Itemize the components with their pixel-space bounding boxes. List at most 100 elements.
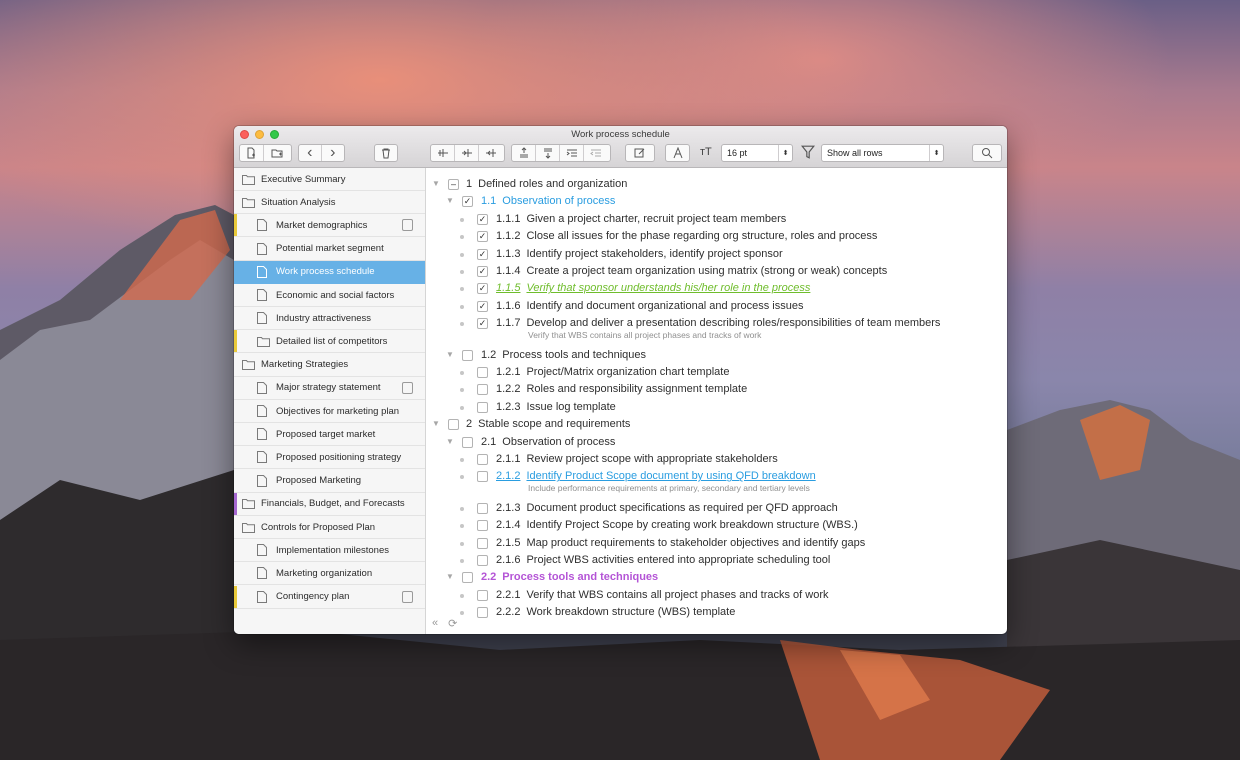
sidebar-item[interactable]: Financials, Budget, and Forecasts	[234, 492, 425, 516]
row-content[interactable]: 2 Stable scope and requirements	[466, 418, 630, 430]
add-child-row-button[interactable]	[455, 145, 479, 161]
filter-icon[interactable]	[800, 145, 817, 161]
disclosure-triangle-icon[interactable]: ▼	[446, 572, 454, 581]
outline-row[interactable]: 1.2.3 Issue log template	[426, 400, 1007, 415]
sidebar-item[interactable]: Marketing Strategies	[234, 354, 425, 377]
search-button[interactable]	[972, 144, 1002, 162]
row-content[interactable]: 1.1.3 Identify project stakeholders, iden…	[496, 248, 783, 260]
add-row-button[interactable]	[431, 145, 455, 161]
forward-button[interactable]: ›	[322, 145, 344, 161]
checkbox[interactable]	[462, 436, 473, 448]
row-content[interactable]: 1.2.3 Issue log template	[496, 401, 616, 413]
outline-row[interactable]: 2.1.5 Map product requirements to stakeho…	[426, 536, 1007, 551]
sidebar-item[interactable]: Marketing organization	[234, 562, 425, 586]
sidebar-item[interactable]: Major strategy statement	[234, 377, 425, 400]
sidebar-item[interactable]: Proposed Marketing	[234, 470, 425, 493]
outline-row[interactable]: 2.1.3 Document product specifications as …	[426, 501, 1007, 516]
checkbox[interactable]	[448, 419, 459, 431]
row-content[interactable]: 1.1.1 Given a project charter, recruit pr…	[496, 213, 786, 225]
delete-button[interactable]	[374, 144, 398, 162]
row-filter-select[interactable]: Show all rows ⬍	[821, 144, 944, 162]
outline-row[interactable]: ✓ 1.1.4 Create a project team organization…	[426, 264, 1007, 279]
checkbox[interactable]	[477, 589, 488, 601]
sidebar-item[interactable]: Market demographics	[234, 214, 425, 238]
checkbox-mixed[interactable]: –	[448, 179, 459, 190]
row-content[interactable]: 1.2.2 Roles and responsibility assignment…	[496, 383, 747, 395]
new-document-button[interactable]	[240, 145, 264, 161]
row-content[interactable]: 2.1.4 Identify Project Scope by creating …	[496, 519, 858, 531]
stepper-arrows-icon[interactable]: ⬍	[778, 145, 792, 161]
row-content[interactable]: 2.1.1 Review project scope with appropria…	[496, 453, 778, 465]
outline-row[interactable]: 2.2.1 Verify that WBS contains all projec…	[426, 588, 1007, 603]
checkbox[interactable]	[477, 537, 488, 549]
checkbox[interactable]	[477, 607, 488, 619]
row-content[interactable]: 1.1.2 Close all issues for the phase rega…	[496, 230, 877, 242]
collapse-all-icon[interactable]: «	[432, 617, 438, 630]
sidebar-item[interactable]: Executive Summary	[234, 168, 425, 191]
outline-row[interactable]: 2.1.1 Review project scope with appropria…	[426, 452, 1007, 467]
sidebar-item[interactable]: Industry attractiveness	[234, 307, 425, 331]
checkbox-checked[interactable]: ✓	[477, 283, 488, 295]
checkbox[interactable]	[477, 471, 488, 483]
new-folder-button[interactable]	[264, 145, 291, 161]
checkbox-checked[interactable]: ✓	[477, 300, 488, 312]
checkbox-checked[interactable]: ✓	[477, 213, 488, 225]
checkbox[interactable]	[462, 572, 473, 584]
checkbox-checked[interactable]: ✓	[477, 248, 488, 260]
font-size-stepper[interactable]: 16 pt ⬍	[721, 144, 793, 162]
outline-row[interactable]: 2.2.2 Work breakdown structure (WBS) temp…	[426, 605, 1007, 620]
row-content[interactable]: 1.2 Process tools and techniques	[481, 349, 646, 361]
row-content[interactable]: 2.1 Observation of process	[481, 436, 615, 448]
checkbox[interactable]	[462, 349, 473, 361]
move-up-button[interactable]	[512, 145, 536, 161]
sidebar-item[interactable]: Work process schedule	[234, 260, 425, 284]
outline-row[interactable]: ✓ 1.1.3 Identify project stakeholders, ide…	[426, 247, 1007, 262]
checkbox[interactable]	[477, 555, 488, 566]
indent-button[interactable]	[560, 145, 584, 161]
disclosure-triangle-icon[interactable]: ▼	[432, 419, 440, 428]
row-content[interactable]: 1.1.6 Identify and document organizationa…	[496, 300, 803, 312]
disclosure-triangle-icon[interactable]: ▼	[432, 179, 440, 188]
checkbox[interactable]	[477, 384, 488, 396]
outline-row[interactable]: 2.1.4 Identify Project Scope by creating …	[426, 518, 1007, 533]
outline-row[interactable]: ✓ 1.1.1 Given a project charter, recruit p…	[426, 212, 1007, 227]
outline-row[interactable]: 1.2.1 Project/Matrix organization chart t…	[426, 365, 1007, 380]
outline-row[interactable]: 1.2.2 Roles and responsibility assignment…	[426, 382, 1007, 397]
checkbox[interactable]	[477, 520, 488, 532]
sidebar-item[interactable]: Proposed target market	[234, 423, 425, 447]
sidebar-item[interactable]: Proposed positioning strategy	[234, 446, 425, 470]
row-content[interactable]: 2.1.3 Document product specifications as …	[496, 502, 838, 514]
outline-row[interactable]: 2.1.6 Project WBS activities entered into…	[426, 553, 1007, 568]
sidebar-item[interactable]: Controls for Proposed Plan	[234, 516, 425, 539]
add-parent-row-button[interactable]	[479, 145, 503, 161]
sidebar-item[interactable]: Implementation milestones	[234, 539, 425, 563]
sidebar-item[interactable]: Situation Analysis	[234, 191, 425, 215]
checkbox-checked[interactable]: ✓	[477, 318, 488, 330]
outline-row[interactable]: ▼ 1.2 Process tools and techniques	[426, 348, 1007, 363]
checkbox[interactable]	[477, 367, 488, 378]
row-content[interactable]: 2.1.5 Map product requirements to stakeho…	[496, 537, 865, 549]
outline-row[interactable]: ▼ 2.2 Process tools and techniques	[426, 570, 1007, 585]
checkbox[interactable]	[477, 454, 488, 465]
outline-row[interactable]: ▼ ✓ 1.1 Observation of process	[426, 194, 1007, 209]
checkbox-checked[interactable]: ✓	[477, 266, 488, 277]
disclosure-triangle-icon[interactable]: ▼	[446, 350, 454, 359]
row-content[interactable]: 2.2.2 Work breakdown structure (WBS) temp…	[496, 606, 735, 618]
checkbox-checked[interactable]: ✓	[462, 196, 473, 208]
back-button[interactable]: ‹	[299, 145, 322, 161]
sidebar-item[interactable]: Economic and social factors	[234, 284, 425, 307]
outline-row[interactable]: ▼ 2 Stable scope and requirements	[426, 417, 1007, 432]
row-content[interactable]: 1 Defined roles and organization	[466, 178, 627, 190]
sidebar-item[interactable]: Potential market segment	[234, 238, 425, 261]
checkbox-checked[interactable]: ✓	[477, 231, 488, 243]
row-content[interactable]: 1.2.1 Project/Matrix organization chart t…	[496, 366, 729, 378]
row-content[interactable]: 2.1.6 Project WBS activities entered into…	[496, 554, 830, 566]
move-down-button[interactable]	[536, 145, 560, 161]
row-content[interactable]: 1.1.4 Create a project team organization …	[496, 265, 887, 277]
disclosure-triangle-icon[interactable]: ▼	[446, 196, 454, 205]
row-content[interactable]: 2.2.1 Verify that WBS contains all projec…	[496, 589, 829, 601]
checkbox[interactable]	[477, 401, 488, 413]
refresh-icon[interactable]: ⟳	[448, 617, 457, 630]
outline-row[interactable]: ✓ 1.1.5 Verify that sponsor understands hi…	[426, 281, 1007, 296]
notes-button[interactable]	[625, 144, 655, 162]
